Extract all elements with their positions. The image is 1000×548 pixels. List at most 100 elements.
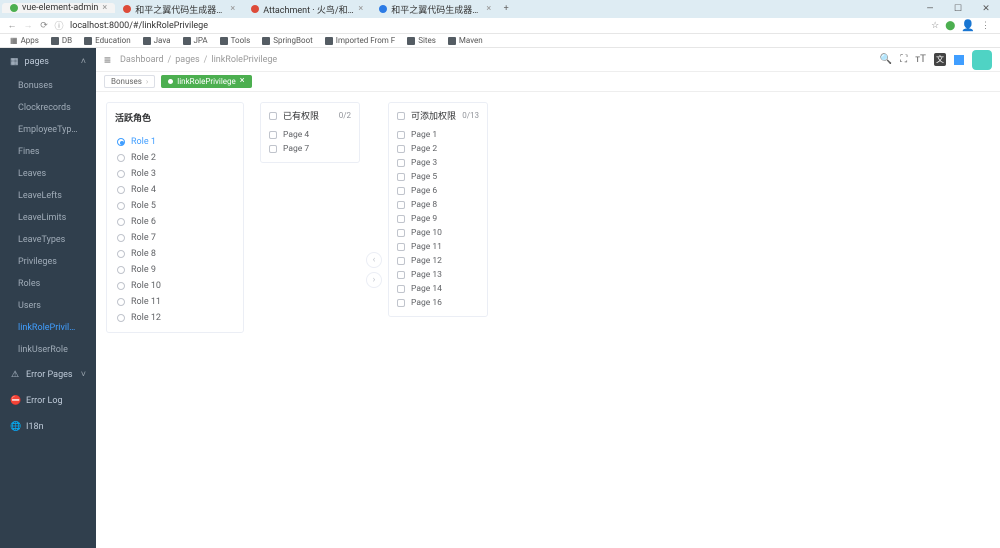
close-window-button[interactable]: ✕	[972, 4, 1000, 14]
sidebar-item-leavelefts[interactable]: LeaveLefts	[0, 185, 96, 207]
browser-tab[interactable]: 和平之翼代码生成器SME×	[371, 3, 499, 16]
textsize-icon[interactable]: тT	[915, 54, 926, 65]
available-item[interactable]: Page 12	[397, 254, 479, 268]
bookmark-item[interactable]: Tools	[216, 36, 255, 45]
available-item[interactable]: Page 6	[397, 184, 479, 198]
available-item[interactable]: Page 1	[397, 128, 479, 142]
bookmark-item[interactable]: JPA	[179, 36, 212, 45]
available-item[interactable]: Page 5	[397, 170, 479, 184]
tag-bonuses[interactable]: Bonuses ›	[104, 75, 155, 88]
search-icon[interactable]: 🔍	[880, 54, 892, 65]
sidebar-group-error-pages[interactable]: ⚠Error Pages˅	[0, 361, 96, 388]
sidebar-item-bonuses[interactable]: Bonuses	[0, 75, 96, 97]
bookmark-item[interactable]: SpringBoot	[258, 36, 317, 45]
bookmark-item[interactable]: DB	[47, 36, 76, 45]
site-info-icon[interactable]: ⓘ	[52, 19, 66, 32]
checkbox-icon	[397, 159, 405, 167]
role-item[interactable]: Role 8	[111, 246, 239, 262]
role-item[interactable]: Role 11	[111, 294, 239, 310]
available-item[interactable]: Page 9	[397, 212, 479, 226]
sidebar-item-employeetypes[interactable]: EmployeeTypes	[0, 119, 96, 141]
browser-tab[interactable]: Attachment · 火鸟/和平之…×	[243, 3, 371, 16]
role-item[interactable]: Role 2	[111, 150, 239, 166]
tab-close-icon[interactable]: ×	[230, 4, 235, 14]
role-item[interactable]: Role 4	[111, 182, 239, 198]
tab-close-icon[interactable]: ×	[102, 3, 107, 13]
role-item[interactable]: Role 10	[111, 278, 239, 294]
role-label: Role 4	[131, 185, 156, 195]
sidebar-item-users[interactable]: Users	[0, 295, 96, 317]
lang-icon[interactable]: 文	[934, 53, 946, 66]
nav-forward-button[interactable]: →	[20, 20, 36, 31]
browser-menu-icon[interactable]: ⋮	[981, 21, 990, 31]
sidebar-item-clockrecords[interactable]: Clockrecords	[0, 97, 96, 119]
collapse-icon[interactable]: ˄	[81, 56, 86, 67]
bookmark-item[interactable]: Imported From F	[321, 36, 399, 45]
available-item[interactable]: Page 13	[397, 268, 479, 282]
hamburger-icon[interactable]: ≡	[104, 53, 120, 67]
role-item[interactable]: Role 3	[111, 166, 239, 182]
available-item[interactable]: Page 16	[397, 296, 479, 310]
sidebar-item-leaves[interactable]: Leaves	[0, 163, 96, 185]
roles-panel: 活跃角色 Role 1Role 2Role 3Role 4Role 5Role …	[106, 102, 244, 333]
ext-icon[interactable]: ⬤	[945, 21, 955, 31]
nav-refresh-button[interactable]: ⟳	[36, 21, 52, 31]
bookmark-item[interactable]: Education	[80, 36, 134, 45]
role-item[interactable]: Role 12	[111, 310, 239, 326]
available-item[interactable]: Page 8	[397, 198, 479, 212]
available-checkall[interactable]	[397, 112, 405, 120]
folder-icon	[84, 37, 92, 45]
sidebar-item-fines[interactable]: Fines	[0, 141, 96, 163]
assigned-item[interactable]: Page 7	[269, 142, 351, 156]
apps-icon: ▦	[10, 36, 18, 45]
bookmark-item[interactable]: Java	[139, 36, 175, 45]
minimize-button[interactable]: —	[916, 4, 944, 14]
assigned-item[interactable]: Page 4	[269, 128, 351, 142]
profile-icon[interactable]: 👤	[961, 19, 975, 32]
role-label: Role 11	[131, 297, 161, 307]
transfer-left-button[interactable]: ‹	[366, 252, 382, 268]
transfer-right-button[interactable]: ›	[366, 272, 382, 288]
bookmark-item[interactable]: Maven	[444, 36, 487, 45]
assigned-checkall[interactable]	[269, 112, 277, 120]
fullscreen-icon[interactable]: ⛶	[900, 54, 907, 65]
role-item[interactable]: Role 7	[111, 230, 239, 246]
crumb-dashboard[interactable]: Dashboard	[120, 55, 164, 65]
sidebar-item-linkroleprivilege[interactable]: linkRolePrivilege	[0, 317, 96, 339]
avatar[interactable]	[972, 50, 992, 70]
radio-icon	[117, 266, 125, 274]
browser-tab[interactable]: 和平之翼代码生成器SME×	[115, 3, 243, 16]
tab-close-icon[interactable]: ×	[486, 4, 491, 14]
url-field[interactable]: localhost:8000/#/linkRolePrivilege	[66, 21, 925, 31]
available-item[interactable]: Page 14	[397, 282, 479, 296]
tag-close-icon[interactable]: ×	[240, 77, 245, 86]
role-item[interactable]: Role 9	[111, 262, 239, 278]
available-item[interactable]: Page 3	[397, 156, 479, 170]
checkbox-icon	[269, 131, 277, 139]
role-label: Role 12	[131, 313, 161, 323]
sidebar-item-privileges[interactable]: Privileges	[0, 251, 96, 273]
available-item[interactable]: Page 2	[397, 142, 479, 156]
theme-icon[interactable]	[954, 55, 964, 65]
sidebar-group-i18n[interactable]: 🌐I18n	[0, 414, 96, 440]
tab-close-icon[interactable]: ×	[358, 4, 363, 14]
star-icon[interactable]: ☆	[931, 21, 939, 31]
sidebar-item-roles[interactable]: Roles	[0, 273, 96, 295]
maximize-button[interactable]: ☐	[944, 4, 972, 14]
crumb-pages[interactable]: pages	[175, 55, 199, 65]
new-tab-button[interactable]: +	[499, 4, 513, 14]
role-item[interactable]: Role 5	[111, 198, 239, 214]
available-item[interactable]: Page 10	[397, 226, 479, 240]
sidebar-item-leavetypes[interactable]: LeaveTypes	[0, 229, 96, 251]
apps-button[interactable]: ▦ Apps	[6, 36, 43, 45]
sidebar-item-linkuserrole[interactable]: linkUserRole	[0, 339, 96, 361]
role-item[interactable]: Role 6	[111, 214, 239, 230]
sidebar-item-leavelimits[interactable]: LeaveLimits	[0, 207, 96, 229]
nav-back-button[interactable]: ←	[4, 20, 20, 31]
role-item[interactable]: Role 1	[111, 134, 239, 150]
tag-linkroleprivilege[interactable]: linkRolePrivilege ×	[161, 75, 251, 88]
available-item[interactable]: Page 11	[397, 240, 479, 254]
browser-tab[interactable]: vue-element-admin×	[2, 3, 115, 13]
bookmark-item[interactable]: Sites	[403, 36, 440, 45]
sidebar-group-error-log[interactable]: ⛔Error Log	[0, 388, 96, 414]
